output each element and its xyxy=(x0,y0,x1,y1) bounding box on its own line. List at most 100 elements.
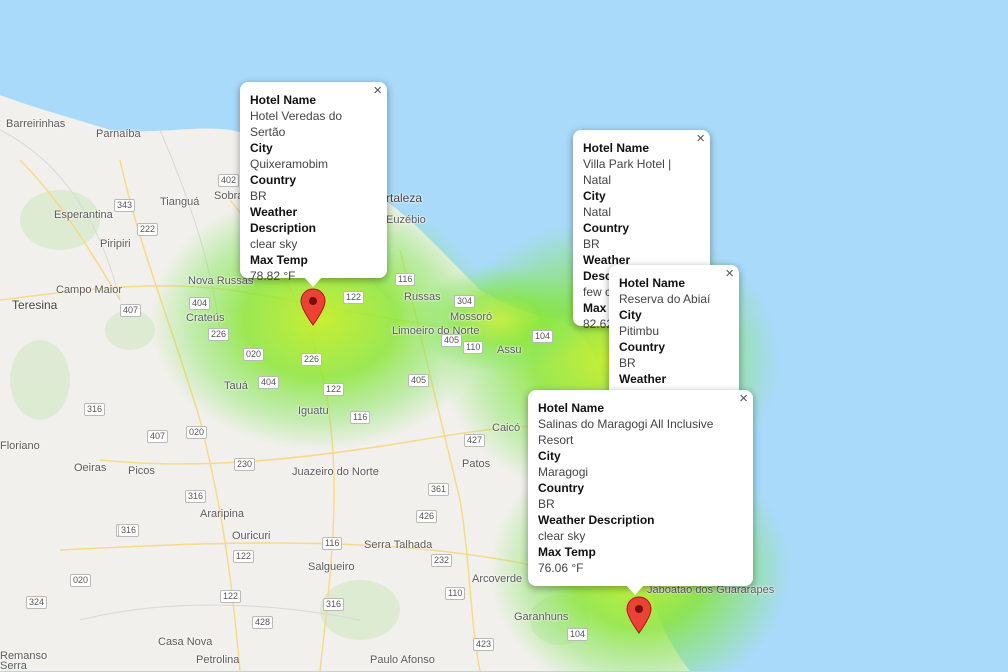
road-shield: 404 xyxy=(189,297,211,310)
hotel-label: Hotel Name xyxy=(250,93,317,107)
road-shield: 122 xyxy=(220,590,242,603)
road-shield: 304 xyxy=(454,295,476,308)
country-label: Country xyxy=(250,173,296,187)
info-window-pitimbu: × Hotel Name Reserva do Abiaí City Pitim… xyxy=(609,265,739,400)
map-place-label: Caicó xyxy=(492,422,521,434)
road-shield: 426 xyxy=(416,510,438,523)
road-shield: 020 xyxy=(186,426,208,439)
country-code: BR xyxy=(583,237,600,251)
road-shield: 404 xyxy=(258,376,280,389)
road-shield: 316 xyxy=(84,403,106,416)
info-window-maragogi: × Hotel Name Salinas do Maragogi All Inc… xyxy=(528,390,753,595)
road-shield: 110 xyxy=(445,587,466,600)
hotel-label: Hotel Name xyxy=(619,276,686,290)
country-label: Country xyxy=(538,481,584,495)
map-place-label: Esperantina xyxy=(54,209,113,221)
city-label: City xyxy=(538,449,561,463)
map-place-label: Serra xyxy=(0,660,27,672)
close-icon[interactable]: × xyxy=(725,266,734,282)
map-place-label: Araripina xyxy=(200,508,245,520)
road-shield: 110 xyxy=(463,341,484,354)
map-canvas[interactable] xyxy=(0,0,1008,671)
hotel-name: Hotel Veredas do Sertão xyxy=(250,109,343,139)
map-place-label: Crateús xyxy=(186,312,225,324)
map-place-label: Piripiri xyxy=(100,238,131,250)
info-window-quixeramobim: × Hotel Name Hotel Veredas do Sertão Cit… xyxy=(240,82,387,287)
road-shield: 122 xyxy=(233,550,255,563)
map-place-label: Picos xyxy=(128,465,155,477)
map-marker-quixeramobim[interactable] xyxy=(300,288,326,326)
map-place-label: Floriano xyxy=(0,440,40,452)
road-shield: 104 xyxy=(567,628,589,641)
city-label: City xyxy=(250,141,273,155)
country-code: BR xyxy=(619,356,636,370)
map-place-label: Patos xyxy=(462,458,491,470)
road-shield: 324 xyxy=(26,596,48,609)
map-place-label: Petrolina xyxy=(196,654,240,666)
city-name: Natal xyxy=(583,205,612,219)
map-marker-maragogi[interactable] xyxy=(626,596,652,634)
close-icon[interactable]: × xyxy=(739,391,748,407)
road-shield: 116 xyxy=(350,411,371,424)
map-place-label: Juazeiro do Norte xyxy=(292,466,379,478)
map-place-label: Serra Talhada xyxy=(364,539,433,551)
hotel-name: Reserva do Abiaí xyxy=(619,292,711,306)
hotel-name: Villa Park Hotel | Natal xyxy=(583,157,672,187)
road-shield: 407 xyxy=(147,430,169,443)
city-name: Quixeramobim xyxy=(250,157,329,171)
map-place-label: Mossoró xyxy=(450,311,493,323)
road-shield: 230 xyxy=(234,458,256,471)
road-shield: 423 xyxy=(473,638,495,651)
road-shield: 428 xyxy=(252,616,274,629)
map-place-label: Oeiras xyxy=(74,462,107,474)
hotel-label: Hotel Name xyxy=(583,141,650,155)
hotel-label: Hotel Name xyxy=(538,401,605,415)
road-shield: 226 xyxy=(301,353,323,366)
road-shield: 222 xyxy=(137,223,159,236)
road-shield: 427 xyxy=(464,434,486,447)
map-pin-icon xyxy=(626,596,652,634)
road-shield: 116 xyxy=(395,273,416,286)
weather-description: clear sky xyxy=(538,529,586,543)
map-place-label: Salgueiro xyxy=(308,561,355,573)
temp-label: Max Temp xyxy=(538,545,596,559)
max-temp: 76.06 °F xyxy=(538,561,584,575)
road-shield: 361 xyxy=(428,483,450,496)
close-icon[interactable]: × xyxy=(373,83,382,99)
map-pin-icon xyxy=(300,288,326,326)
map-place-label: Teresina xyxy=(12,298,58,312)
city-name: Pitimbu xyxy=(619,324,660,338)
country-label: Country xyxy=(619,340,665,354)
map-place-label: Arcoverde xyxy=(472,573,523,585)
map-place-label: Parnaíba xyxy=(96,128,141,140)
hotel-name: Salinas do Maragogi All Inclusive Resort xyxy=(538,417,714,447)
weather-label: Weather Description xyxy=(538,513,655,527)
close-icon[interactable]: × xyxy=(696,131,705,147)
map-place-label: Campo Maior xyxy=(56,284,123,296)
road-shield: 226 xyxy=(208,328,230,341)
road-shield: 343 xyxy=(114,199,136,212)
map-place-label: Limoeiro do Norte xyxy=(392,325,480,337)
map-place-label: Assu xyxy=(497,344,522,356)
road-shield: 316 xyxy=(185,490,207,503)
map-place-label: Casa Nova xyxy=(158,636,213,648)
weather-description: clear sky xyxy=(250,237,298,251)
country-code: BR xyxy=(538,497,555,511)
road-shield: 104 xyxy=(532,330,554,343)
road-shield: 122 xyxy=(343,291,365,304)
road-shield: 316 xyxy=(323,598,345,611)
city-name: Maragogi xyxy=(538,465,589,479)
temp-label: Max Temp xyxy=(250,253,308,267)
road-shield: 232 xyxy=(431,554,453,567)
road-shield: 020 xyxy=(243,348,265,361)
road-shield: 405 xyxy=(441,334,463,347)
map-place-label: Russas xyxy=(404,291,441,303)
weather-label: Weather Description xyxy=(250,205,317,235)
map-place-label: Tauá xyxy=(224,380,248,392)
popup-tail xyxy=(626,585,644,595)
map-place-label: Ouricuri xyxy=(232,530,271,542)
road-shield: 116 xyxy=(322,537,343,550)
map-place-label: Barreirinhas xyxy=(6,118,66,130)
road-shield: 122 xyxy=(323,383,345,396)
road-shield: 405 xyxy=(408,374,430,387)
